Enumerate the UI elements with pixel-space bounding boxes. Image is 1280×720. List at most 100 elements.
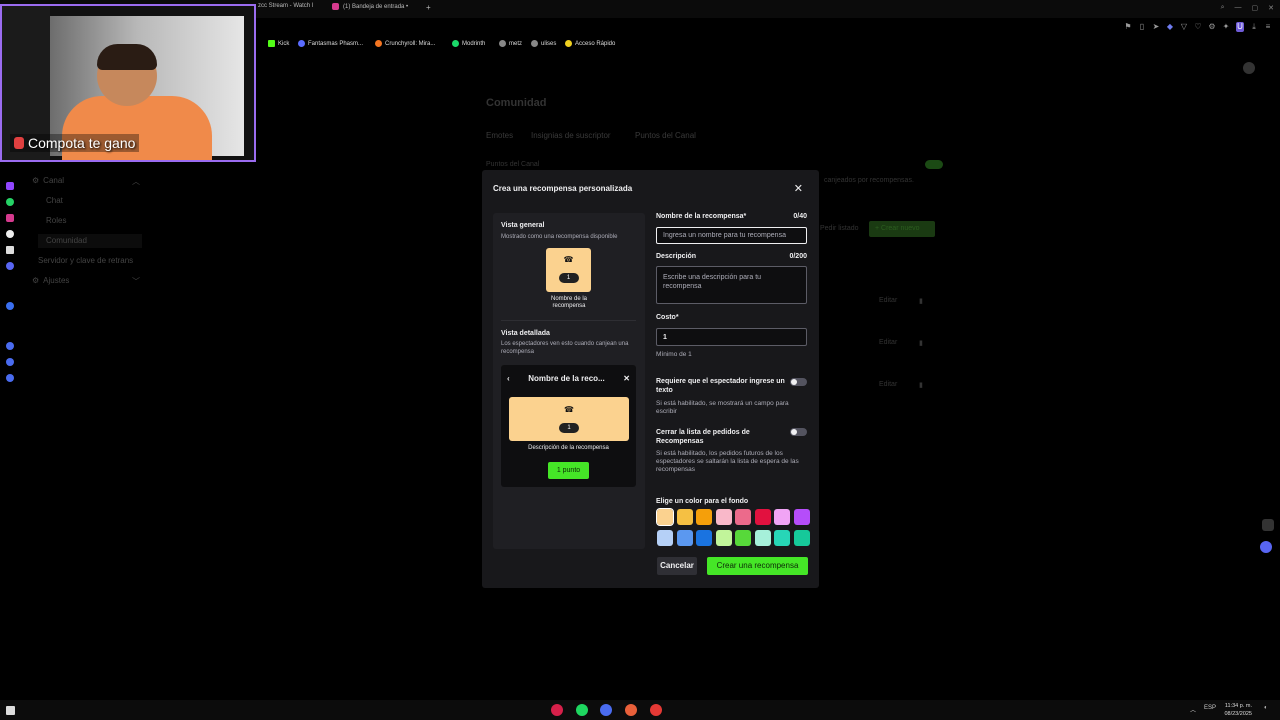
avatar[interactable] xyxy=(1243,62,1255,74)
browser-tab-stream[interactable]: zcc Stream - Watch l xyxy=(258,3,313,9)
tab-emotes[interactable]: Emotes xyxy=(486,131,513,140)
bookmark-kick[interactable]: Kick xyxy=(268,40,289,47)
bookmark-modrinth[interactable]: Modrinth xyxy=(452,40,485,47)
x-icon[interactable] xyxy=(6,246,14,254)
tiktok-icon[interactable] xyxy=(6,230,14,238)
cost-input[interactable] xyxy=(656,328,807,346)
gear-icon[interactable]: ⚙ xyxy=(1208,22,1216,32)
app-icon[interactable] xyxy=(600,704,612,716)
profile-icon[interactable]: U xyxy=(1236,22,1244,32)
chrome-icon[interactable] xyxy=(650,704,662,716)
color-swatch[interactable] xyxy=(657,530,673,546)
app-icon[interactable] xyxy=(6,302,14,310)
new-tab-button[interactable]: + xyxy=(426,3,431,12)
browser-tab-inbox[interactable]: (1) Bandeja de entrada • xyxy=(332,3,408,10)
color-swatch[interactable] xyxy=(676,530,693,546)
bookmark-icon[interactable]: ▽ xyxy=(1180,22,1188,32)
trash-icon[interactable]: ▮ xyxy=(919,297,923,305)
color-swatch[interactable] xyxy=(793,530,810,546)
create-new-button[interactable]: + Crear nuevo xyxy=(869,221,935,237)
color-swatch[interactable] xyxy=(793,509,810,525)
color-swatch[interactable] xyxy=(676,509,693,525)
notification-icon[interactable]: ◐ xyxy=(1264,705,1268,711)
trash-icon[interactable]: ▮ xyxy=(919,381,923,389)
tray-chevron-icon[interactable]: ︿ xyxy=(1190,705,1196,714)
language-indicator[interactable]: ESP xyxy=(1204,705,1216,711)
edit-button[interactable]: Editar xyxy=(879,381,897,388)
tab-badges[interactable]: Insignias de suscriptor xyxy=(531,131,611,140)
modal-title: Crea una recompensa personalizada xyxy=(493,184,633,193)
trash-icon[interactable]: ▮ xyxy=(919,339,923,347)
color-swatch[interactable] xyxy=(754,530,771,546)
windows-start-icon[interactable] xyxy=(6,706,15,715)
download-icon[interactable]: ⤓ xyxy=(1250,22,1258,32)
twitch-icon[interactable] xyxy=(6,182,14,190)
close-queue-toggle[interactable] xyxy=(790,428,807,436)
close-icon[interactable]: ✕ xyxy=(794,182,803,195)
color-swatch[interactable] xyxy=(754,509,771,525)
color-swatch[interactable] xyxy=(656,508,674,526)
shield-icon[interactable]: ◆ xyxy=(1166,22,1174,32)
tab-channel-points[interactable]: Puntos del Canal xyxy=(635,131,696,140)
bookmark-crunchyroll[interactable]: Crunchyroll: Mira... xyxy=(375,40,435,47)
sidebar-item-chat[interactable]: Chat xyxy=(46,196,63,205)
bookmark-metz[interactable]: metz xyxy=(499,40,522,47)
bookmark-phasmophobia[interactable]: Fantasmas Phasm... xyxy=(298,40,363,47)
pin-icon[interactable]: ⚑ xyxy=(1124,22,1132,32)
create-reward-button[interactable]: Crear una recompensa xyxy=(707,557,808,575)
sidebar-item-stream-key[interactable]: Servidor y clave de retrans xyxy=(38,256,133,265)
menu-icon[interactable]: ≡ xyxy=(1264,22,1272,32)
webcam-overlay: Compota te gano xyxy=(0,4,256,162)
color-swatch[interactable] xyxy=(735,509,751,525)
color-swatch[interactable] xyxy=(735,530,751,546)
search-icon[interactable]: ⌕ xyxy=(1221,4,1225,12)
clipboard-icon[interactable]: ▯ xyxy=(1138,22,1146,32)
edit-button[interactable]: Editar xyxy=(879,339,897,346)
description-input[interactable] xyxy=(656,266,807,304)
instagram-icon[interactable] xyxy=(6,214,14,222)
maximize-icon[interactable]: ▢ xyxy=(1252,4,1259,12)
color-swatch[interactable] xyxy=(715,530,732,546)
opera-icon[interactable] xyxy=(551,704,563,716)
color-swatch[interactable] xyxy=(696,509,712,525)
sidebar-item-comunidad[interactable]: Comunidad xyxy=(38,234,142,248)
grid-icon[interactable] xyxy=(1262,519,1274,531)
general-view-subtitle: Mostrado como una recompensa disponible xyxy=(501,234,618,240)
color-swatch[interactable] xyxy=(715,509,732,525)
channel-points-toggle[interactable] xyxy=(925,160,943,169)
discord-icon[interactable] xyxy=(6,262,14,270)
webcam-caption: Compota te gano xyxy=(10,134,140,152)
sidebar-item-roles[interactable]: Roles xyxy=(46,216,66,225)
reward-name-input[interactable] xyxy=(656,227,807,244)
gear-icon[interactable] xyxy=(6,374,14,382)
globe-icon xyxy=(531,40,538,47)
gear-icon: ⚙ xyxy=(32,276,40,285)
color-swatch[interactable] xyxy=(696,530,712,546)
sidebar-item-canal[interactable]: ⚙ Canal ︿ xyxy=(32,176,140,186)
heart-icon[interactable]: ♡ xyxy=(1194,22,1202,32)
color-swatch[interactable] xyxy=(774,509,790,525)
sidebar-item-ajustes[interactable]: ⚙ Ajustes ﹀ xyxy=(32,276,140,286)
require-text-help: Si está habilitado, se mostrará un campo… xyxy=(656,400,789,415)
history-icon[interactable] xyxy=(6,342,14,350)
require-text-toggle[interactable] xyxy=(790,378,807,386)
edit-button[interactable]: Editar xyxy=(879,297,897,304)
close-window-icon[interactable]: ✕ xyxy=(1268,4,1274,12)
minimize-icon[interactable]: — xyxy=(1235,4,1242,12)
app-icon[interactable] xyxy=(6,358,14,366)
gear-icon: ⚙ xyxy=(32,176,40,185)
cancel-button[interactable]: Cancelar xyxy=(657,557,697,575)
bookmark-ulises[interactable]: ulises xyxy=(531,40,556,47)
send-icon[interactable]: ➤ xyxy=(1152,22,1160,32)
discord-icon[interactable] xyxy=(1260,541,1272,553)
detail-view-subtitle: Los espectadores ven esto cuando canjean… xyxy=(501,341,629,355)
whatsapp-icon[interactable] xyxy=(6,198,14,206)
system-clock[interactable]: 11:34 p. m. 08/23/2025 xyxy=(1224,702,1252,718)
bookmark-quick-access[interactable]: Acceso Rápido xyxy=(565,40,615,47)
spotify-icon[interactable] xyxy=(576,704,588,716)
color-swatch[interactable] xyxy=(774,530,790,546)
order-button[interactable]: Pedir listado xyxy=(820,225,859,232)
obs-icon[interactable] xyxy=(625,704,637,716)
ghost-icon xyxy=(298,40,305,47)
extensions-icon[interactable]: ✦ xyxy=(1222,22,1230,32)
